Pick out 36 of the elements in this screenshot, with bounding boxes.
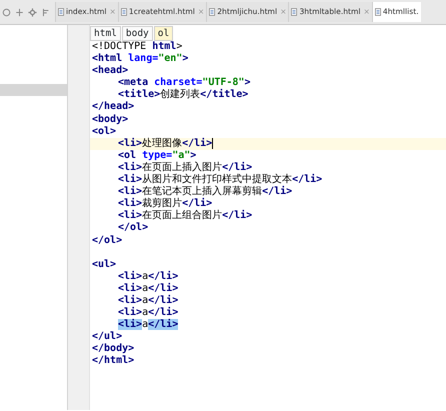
code-line: <li>在页面上插入图片</li> — [118, 162, 252, 173]
split-icon[interactable] — [15, 8, 24, 16]
code-line: <meta charset="UTF-8"> — [118, 77, 250, 88]
code-line: <li>a</li> — [118, 307, 178, 318]
code-line: <li>a</li> — [118, 319, 178, 330]
file-icon — [374, 8, 381, 16]
code-line: <li>在笔记本页上插入屏幕剪辑</li> — [118, 186, 292, 198]
breadcrumb-item[interactable]: body — [122, 26, 153, 41]
code-line: <html lang="en"> — [92, 53, 188, 64]
code-line: <li>裁剪图片</li> — [118, 198, 212, 210]
breadcrumb-item[interactable]: html — [90, 26, 121, 41]
code-line: </ol> — [92, 234, 122, 246]
code-line: <li>从图片和文件打印样式中提取文本</li> — [118, 174, 322, 186]
code-line: <li>a</li> — [118, 270, 178, 282]
code-line: <li>处理图像</li> — [118, 138, 214, 149]
code-line: </ul> — [92, 331, 122, 342]
file-icon — [120, 8, 127, 16]
file-icon — [58, 8, 64, 16]
code-line: <li>a</li> — [118, 294, 178, 306]
code-line: <ol type="a"> — [118, 150, 196, 161]
file-icon — [291, 8, 298, 16]
code-line: <ol> — [92, 126, 116, 137]
code-line: </head> — [92, 101, 134, 112]
code-line: <li>a</li> — [118, 282, 178, 294]
code-line: <ul> — [92, 258, 116, 270]
code-line: <li>在页面上组合图片</li> — [118, 210, 252, 222]
code-line: </ol> — [118, 222, 148, 234]
code-line: <!DOCTYPE html> — [92, 41, 182, 52]
circle-icon[interactable] — [2, 8, 11, 16]
code-line: <head> — [92, 65, 128, 76]
code-line: </body> — [92, 343, 134, 354]
code-line: </html> — [92, 355, 134, 366]
breadcrumb-item[interactable]: ol — [154, 26, 174, 41]
code-line: <title>创建列表</title> — [118, 89, 248, 100]
file-icon — [209, 8, 216, 16]
code-line: <body> — [92, 114, 128, 125]
